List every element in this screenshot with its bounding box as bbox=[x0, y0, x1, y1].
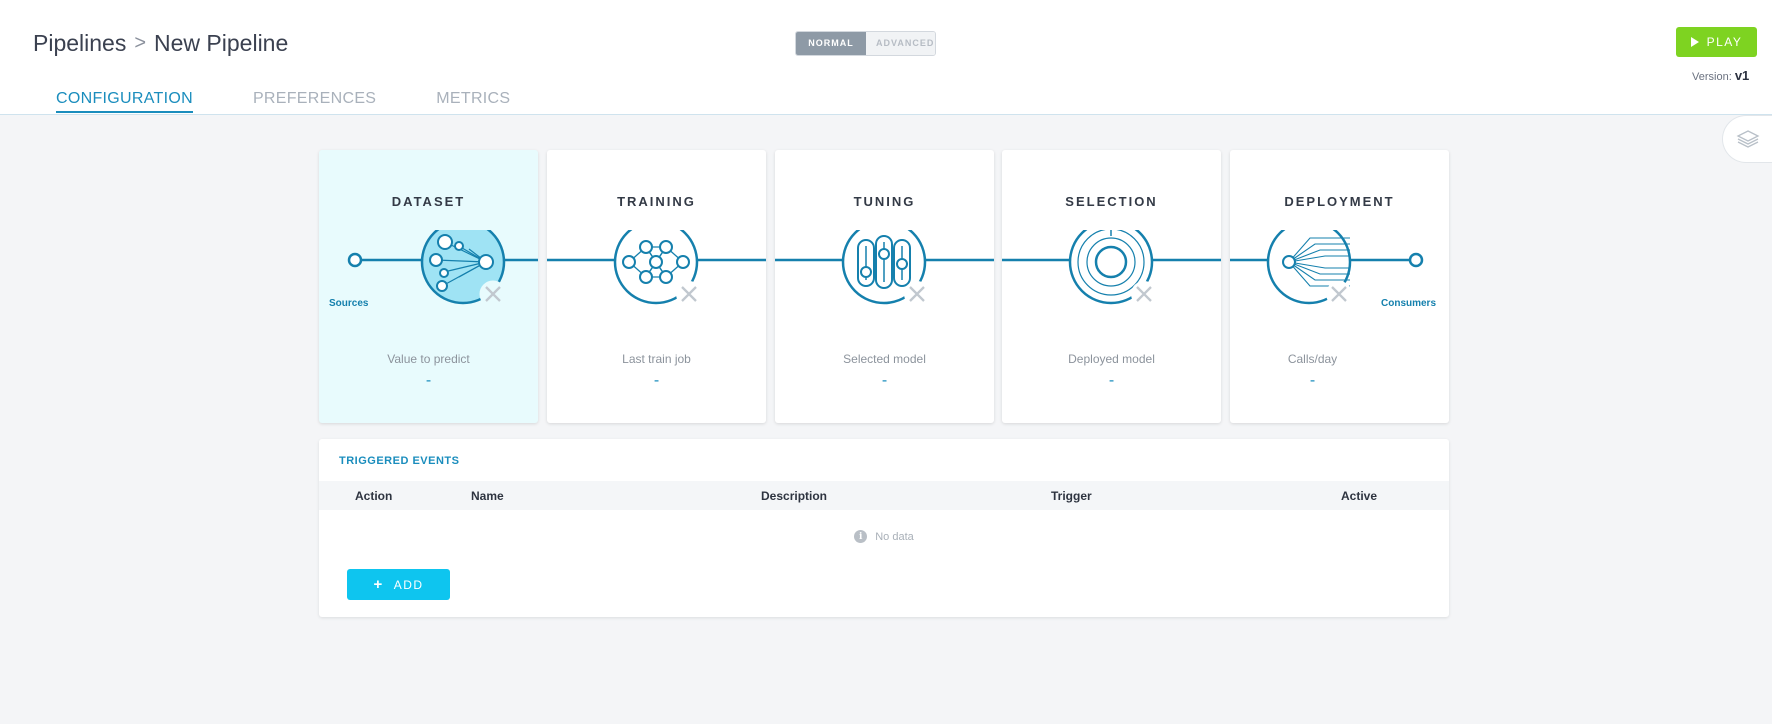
step-title: TRAINING bbox=[617, 194, 696, 209]
step-value: - bbox=[1108, 372, 1115, 389]
sources-label: Sources bbox=[329, 298, 369, 309]
add-event-button[interactable]: + ADD bbox=[347, 569, 450, 600]
events-table-header: Action Name Description Trigger Active bbox=[319, 481, 1449, 510]
tab-metrics[interactable]: METRICS bbox=[436, 90, 510, 113]
step-dataset[interactable]: DATASET Value to predict - bbox=[319, 150, 538, 423]
step-title: SELECTION bbox=[1065, 194, 1158, 209]
events-title: TRIGGERED EVENTS bbox=[339, 455, 460, 467]
breadcrumb-separator: > bbox=[134, 32, 147, 54]
pipeline-flow: DATASET Value to predict - TRAINING Last… bbox=[319, 150, 1449, 423]
play-label: PLAY bbox=[1706, 35, 1743, 49]
column-header-trigger[interactable]: Trigger bbox=[1051, 489, 1092, 503]
scrollbar-track[interactable] bbox=[1772, 0, 1788, 724]
add-label: ADD bbox=[393, 577, 424, 592]
breadcrumb-current: New Pipeline bbox=[154, 30, 289, 56]
breadcrumb-pipelines-link[interactable]: Pipelines bbox=[33, 30, 126, 57]
empty-state: i No data bbox=[319, 530, 1449, 543]
step-value: - bbox=[881, 372, 888, 389]
step-selection[interactable]: SELECTION Deployed model - bbox=[1002, 150, 1221, 423]
step-title: DEPLOYMENT bbox=[1284, 194, 1395, 209]
column-header-action[interactable]: Action bbox=[355, 489, 392, 503]
column-header-description[interactable]: Description bbox=[761, 489, 827, 503]
mode-toggle[interactable]: NORMAL ADVANCED bbox=[795, 31, 936, 56]
step-subtitle: Selected model bbox=[843, 352, 926, 366]
plus-icon: + bbox=[373, 576, 384, 593]
tab-bar: CONFIGURATION PREFERENCES METRICS bbox=[56, 90, 570, 113]
step-value: - bbox=[1309, 372, 1316, 389]
step-tuning[interactable]: TUNING Selected model - bbox=[775, 150, 994, 423]
step-value: - bbox=[653, 372, 660, 389]
breadcrumb: Pipelines > New Pipeline bbox=[33, 30, 288, 57]
info-icon: i bbox=[854, 530, 868, 543]
layers-panel-toggle[interactable] bbox=[1722, 115, 1772, 163]
step-subtitle: Last train job bbox=[622, 352, 691, 366]
tab-preferences[interactable]: PREFERENCES bbox=[253, 90, 376, 113]
mode-advanced-button[interactable]: ADVANCED bbox=[866, 32, 935, 55]
step-value: - bbox=[425, 372, 432, 389]
layers-icon bbox=[1736, 130, 1759, 148]
training-icon bbox=[547, 230, 766, 307]
tab-configuration[interactable]: CONFIGURATION bbox=[56, 90, 193, 113]
step-subtitle: Value to predict bbox=[387, 352, 470, 366]
step-deployment[interactable]: DEPLOYMENT Calls/day - bbox=[1230, 150, 1449, 423]
step-title: TUNING bbox=[853, 194, 916, 209]
step-subtitle: Deployed model bbox=[1068, 352, 1155, 366]
version-info: Version: v1 bbox=[1692, 68, 1749, 83]
version-label: Version: bbox=[1692, 71, 1732, 83]
triggered-events-panel: TRIGGERED EVENTS Action Name Description… bbox=[319, 439, 1449, 617]
empty-text: No data bbox=[875, 530, 914, 543]
page-header: Pipelines > New Pipeline NORMAL ADVANCED… bbox=[0, 0, 1772, 115]
consumers-label: Consumers bbox=[1381, 298, 1437, 309]
mode-normal-button[interactable]: NORMAL bbox=[796, 32, 866, 55]
play-button[interactable]: PLAY bbox=[1676, 27, 1757, 57]
column-header-active[interactable]: Active bbox=[1341, 489, 1377, 503]
version-value: v1 bbox=[1734, 68, 1750, 83]
tuning-icon bbox=[775, 230, 994, 307]
step-training[interactable]: TRAINING Last train job - bbox=[547, 150, 766, 423]
play-icon bbox=[1690, 37, 1699, 47]
selection-icon bbox=[1002, 230, 1221, 307]
step-subtitle: Calls/day bbox=[1287, 352, 1338, 366]
step-title: DATASET bbox=[391, 194, 466, 209]
column-header-name[interactable]: Name bbox=[471, 489, 504, 503]
